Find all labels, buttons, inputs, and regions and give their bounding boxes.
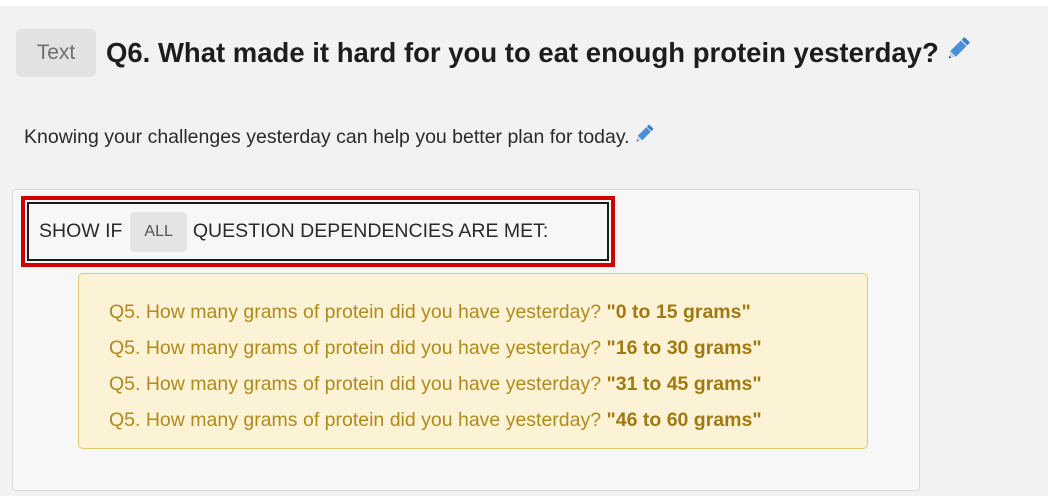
dependency-answer: "0 to 15 grams" [606, 301, 751, 323]
pencil-icon[interactable] [632, 122, 656, 152]
top-divider [0, 0, 1048, 6]
dependency-answer: "31 to 45 grams" [606, 373, 762, 395]
show-if-prefix: SHOW IF [39, 220, 123, 242]
dependency-answer: "16 to 30 grams" [606, 337, 762, 359]
dependency-item[interactable]: Q5. How many grams of protein did you ha… [109, 294, 867, 330]
dependency-question: Q5. How many grams of protein did you ha… [109, 337, 602, 359]
dependency-question: Q5. How many grams of protein did you ha… [109, 373, 602, 395]
dependency-item[interactable]: Q5. How many grams of protein did you ha… [109, 402, 867, 438]
match-mode-dropdown[interactable]: ALL [130, 211, 187, 252]
question-description[interactable]: Knowing your challenges yesterday can he… [24, 126, 630, 149]
dependency-answer: "46 to 60 grams" [606, 409, 762, 431]
question-description-row: Knowing your challenges yesterday can he… [24, 122, 656, 152]
dependency-question: Q5. How many grams of protein did you ha… [109, 301, 602, 323]
show-if-suffix: QUESTION DEPENDENCIES ARE MET: [192, 220, 549, 242]
question-type-badge: Text [16, 29, 96, 77]
pencil-icon[interactable] [943, 34, 973, 71]
dependencies-box: Q5. How many grams of protein did you ha… [78, 273, 868, 449]
dependency-item[interactable]: Q5. How many grams of protein did you ha… [109, 330, 867, 366]
question-title[interactable]: Q6. What made it hard for you to eat eno… [106, 37, 939, 69]
show-if-condition-row: SHOW IF ALL QUESTION DEPENDENCIES ARE ME… [21, 196, 615, 267]
dependency-question: Q5. How many grams of protein did you ha… [109, 409, 602, 431]
dependency-item[interactable]: Q5. How many grams of protein did you ha… [109, 366, 867, 402]
question-editor-panel: Text Q6. What made it hard for you to ea… [0, 0, 1048, 496]
question-title-row: Q6. What made it hard for you to eat eno… [106, 34, 973, 71]
